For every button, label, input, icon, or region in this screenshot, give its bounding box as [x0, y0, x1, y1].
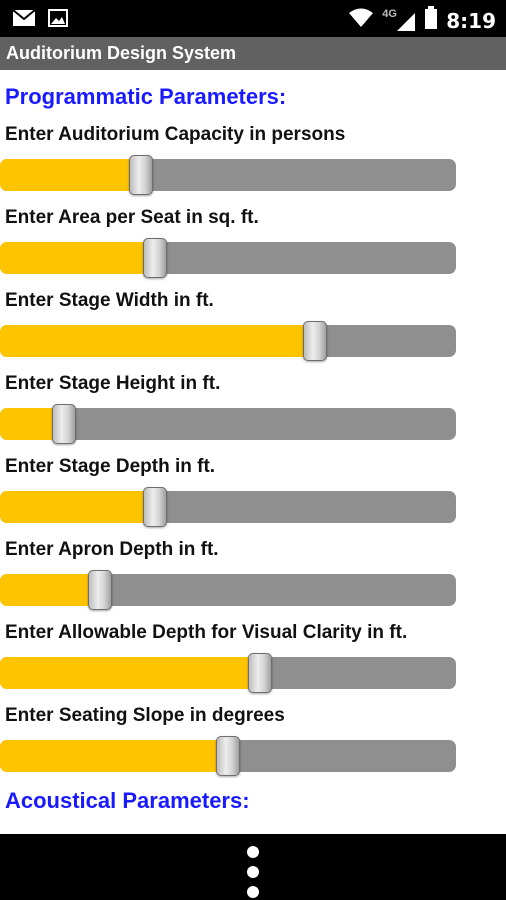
- slider-thumb[interactable]: [302, 321, 327, 361]
- param-label-apron-depth: Enter Apron Depth in ft.: [5, 539, 219, 560]
- param-label-area-per-seat: Enter Area per Seat in sq. ft.: [5, 207, 259, 228]
- app-title-bar: Auditorium Design System: [0, 37, 506, 70]
- slider-thumb[interactable]: [143, 487, 168, 527]
- network-type-label: 4G: [382, 7, 397, 20]
- slider-stage-depth[interactable]: [0, 487, 456, 527]
- clock: 8:19: [446, 8, 496, 33]
- param-label-visual-clarity: Enter Allowable Depth for Visual Clarity…: [5, 622, 408, 643]
- slider-thumb[interactable]: [143, 238, 168, 278]
- param-label-stage-width: Enter Stage Width in ft.: [5, 290, 214, 311]
- param-label-stage-height: Enter Stage Height in ft.: [5, 373, 221, 394]
- slider-fill: [0, 740, 228, 772]
- slider-thumb[interactable]: [51, 404, 76, 444]
- navigation-bar: [0, 834, 506, 900]
- slider-thumb[interactable]: [88, 570, 113, 610]
- slider-fill: [0, 491, 156, 523]
- slider-fill: [0, 242, 156, 274]
- slider-fill: [0, 657, 260, 689]
- battery-icon: [424, 6, 438, 35]
- wifi-icon: [348, 8, 374, 33]
- slider-stage-height[interactable]: [0, 404, 456, 444]
- status-bar: 4G 8:19: [0, 0, 506, 37]
- overflow-dot: [247, 866, 259, 878]
- image-icon: [48, 9, 68, 32]
- slider-seating-slope[interactable]: [0, 736, 456, 776]
- slider-fill: [0, 325, 315, 357]
- mail-icon: [12, 9, 36, 32]
- slider-thumb[interactable]: [129, 155, 154, 195]
- slider-capacity[interactable]: [0, 155, 456, 195]
- param-label-capacity: Enter Auditorium Capacity in persons: [5, 124, 346, 145]
- slider-stage-width[interactable]: [0, 321, 456, 361]
- slider-thumb[interactable]: [247, 653, 272, 693]
- slider-apron-depth[interactable]: [0, 570, 456, 610]
- slider-visual-clarity[interactable]: [0, 653, 456, 693]
- overflow-menu-icon[interactable]: [241, 840, 265, 898]
- slider-area-per-seat[interactable]: [0, 238, 456, 278]
- section-title-acoustical: Acoustical Parameters:: [5, 788, 250, 813]
- overflow-dot: [247, 846, 259, 858]
- slider-fill: [0, 159, 142, 191]
- overflow-dot: [247, 886, 259, 898]
- section-title-programmatic: Programmatic Parameters:: [5, 84, 287, 109]
- app-title: Auditorium Design System: [6, 43, 237, 63]
- slider-fill: [0, 574, 101, 606]
- signal-icon: 4G: [382, 8, 416, 34]
- param-label-seating-slope: Enter Seating Slope in degrees: [5, 705, 285, 726]
- parameters-panel[interactable]: Programmatic Parameters: Enter Auditoriu…: [0, 72, 506, 834]
- param-label-stage-depth: Enter Stage Depth in ft.: [5, 456, 216, 477]
- slider-thumb[interactable]: [216, 736, 240, 776]
